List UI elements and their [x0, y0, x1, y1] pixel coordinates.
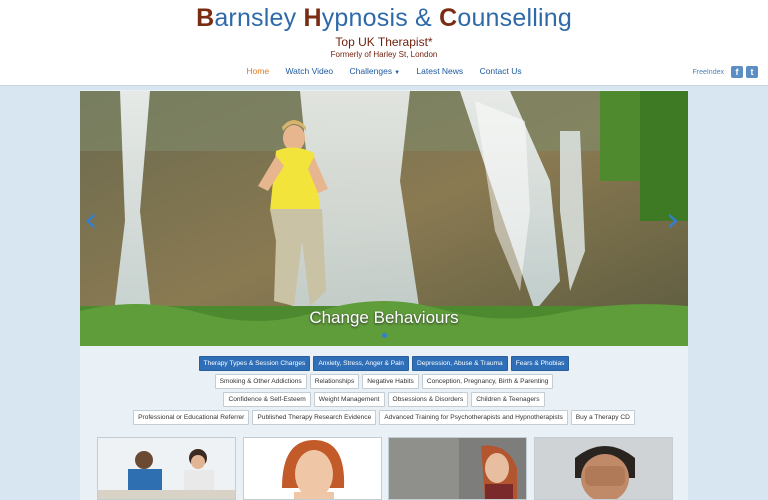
- nav-watch-video[interactable]: Watch Video: [285, 66, 333, 76]
- tagline: Top UK Therapist*: [335, 35, 433, 49]
- nav-contact-us[interactable]: Contact Us: [480, 66, 522, 76]
- site-header: Barnsley Hypnosis & Counselling Top UK T…: [0, 0, 768, 86]
- slider-prev-arrow-icon[interactable]: ‹: [84, 200, 98, 240]
- title-initial-b: B: [196, 4, 215, 32]
- facebook-icon[interactable]: f: [731, 66, 743, 78]
- tag-depression[interactable]: Depression, Abuse & Trauma: [411, 356, 508, 371]
- thumbnail-counselling[interactable]: [97, 437, 236, 500]
- thumbnail-image: [535, 438, 672, 499]
- thumbnail-image: [244, 438, 381, 499]
- thumbnail-strip: [97, 437, 673, 500]
- thumbnail-anxious-woman[interactable]: [243, 437, 382, 500]
- slider-caption: Change Behaviours: [309, 308, 459, 327]
- tag-row: Therapy Types & Session Charges Anxiety, …: [80, 356, 688, 371]
- nav-challenges[interactable]: Challenges ▼: [350, 66, 400, 76]
- thumbnail-hiding-face[interactable]: [534, 437, 673, 500]
- subtagline: Formerly of Harley St, London: [330, 50, 438, 59]
- slider-dots: [380, 333, 389, 338]
- tag-confidence[interactable]: Confidence & Self-Esteem: [223, 392, 311, 407]
- title-initial-h: H: [303, 4, 322, 32]
- thumbnail-image: [389, 438, 526, 499]
- social-links: FreeIndex f t: [692, 66, 758, 78]
- tag-anxiety[interactable]: Anxiety, Stress, Anger & Pain: [313, 356, 409, 371]
- main-nav: Home Watch Video Challenges ▼ Latest News…: [0, 66, 768, 76]
- tag-smoking[interactable]: Smoking & Other Addictions: [214, 374, 307, 389]
- tag-conception[interactable]: Conception, Pregnancy, Birth & Parenting: [421, 374, 554, 389]
- slider-next-arrow-icon[interactable]: ›: [666, 200, 680, 240]
- title-part-2: ypnosis &: [321, 4, 440, 32]
- tag-weight[interactable]: Weight Management: [313, 392, 385, 407]
- tag-obsessions[interactable]: Obsessions & Disorders: [387, 392, 469, 407]
- topic-tags: Therapy Types & Session Charges Anxiety, …: [80, 356, 688, 428]
- tag-negative-habits[interactable]: Negative Habits: [362, 374, 419, 389]
- tag-referrer[interactable]: Professional or Educational Referrer: [133, 410, 250, 425]
- tag-buy-cd[interactable]: Buy a Therapy CD: [570, 410, 635, 425]
- tag-row: Smoking & Other Addictions Relationships N…: [80, 374, 688, 389]
- twitter-icon[interactable]: t: [746, 66, 758, 78]
- title-initial-c: C: [439, 4, 458, 32]
- tag-research[interactable]: Published Therapy Research Evidence: [252, 410, 377, 425]
- nav-home[interactable]: Home: [246, 66, 269, 76]
- tag-fears-phobias[interactable]: Fears & Phobias: [510, 356, 570, 371]
- tag-training[interactable]: Advanced Training for Psychotherapists a…: [379, 410, 568, 425]
- site-title[interactable]: Barnsley Hypnosis & Counselling: [0, 4, 768, 33]
- tag-children[interactable]: Children & Teenagers: [471, 392, 545, 407]
- title-part-1: arnsley: [214, 4, 304, 32]
- tag-therapy-types[interactable]: Therapy Types & Session Charges: [198, 356, 311, 371]
- thumbnail-stressed-woman[interactable]: [388, 437, 527, 500]
- tag-relationships[interactable]: Relationships: [309, 374, 360, 389]
- slider-dot[interactable]: [382, 333, 387, 338]
- thumbnail-image: [98, 438, 235, 499]
- nav-challenges-label: Challenges: [349, 66, 393, 76]
- nav-latest-news[interactable]: Latest News: [416, 66, 463, 76]
- title-part-3: ounselling: [457, 4, 572, 32]
- tag-row: Professional or Educational Referrer Publ…: [80, 410, 688, 425]
- caret-down-icon: ▼: [394, 70, 401, 76]
- tag-row: Confidence & Self-Esteem Weight Managemen…: [80, 392, 688, 407]
- freeindex-link[interactable]: FreeIndex: [692, 69, 724, 76]
